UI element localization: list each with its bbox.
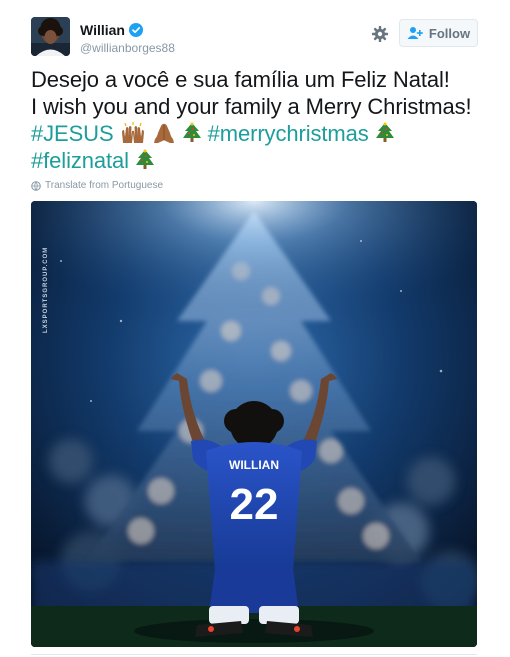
raising-hands-icon — [121, 122, 144, 143]
follow-label: Follow — [428, 25, 471, 41]
jersey-name: WILLIAN — [229, 458, 279, 472]
tweet-line-hashtags: #JESUS #merrychristmas — [31, 120, 491, 147]
tweet-text: Desejo a você e sua família um Feliz Nat… — [31, 66, 491, 174]
christmas-tree-icon — [375, 122, 394, 142]
tweet-line-portuguese: Desejo a você e sua família um Feliz Nat… — [31, 67, 450, 92]
translate-link[interactable]: Translate from Portuguese — [31, 180, 163, 191]
author-name-row[interactable]: Willian — [80, 22, 143, 38]
display-name[interactable]: Willian — [80, 22, 125, 38]
add-user-icon — [407, 27, 423, 39]
gear-icon[interactable] — [371, 25, 389, 43]
divider — [31, 654, 477, 655]
author-handle[interactable]: @willianborges88 — [80, 41, 175, 55]
tweet-card: Willian @willianborges88 Follow Desejo a… — [0, 0, 510, 657]
hashtag-merrychristmas[interactable]: #merrychristmas — [208, 121, 369, 146]
globe-icon — [31, 180, 41, 191]
follow-button[interactable]: Follow — [399, 19, 478, 47]
verified-badge-icon — [129, 23, 143, 37]
photo-watermark: LXSPORTSGROUP.COM — [43, 246, 49, 333]
jersey-number: 22 — [230, 480, 279, 529]
hashtag-feliznatal[interactable]: #feliznatal — [31, 148, 129, 173]
tweet-line-english: I wish you and your family a Merry Chris… — [31, 94, 472, 119]
avatar[interactable] — [31, 17, 70, 56]
hashtag-jesus[interactable]: #JESUS — [31, 121, 114, 146]
tweet-photo[interactable]: WILLIAN 22 LXSPORTSGROUP.COM — [31, 201, 477, 647]
translate-label: Translate from Portuguese — [45, 180, 164, 191]
tweet-line-hashtags-2: #feliznatal — [31, 147, 491, 174]
christmas-tree-icon — [182, 122, 201, 142]
christmas-tree-icon — [135, 149, 154, 169]
christmas-tree-crowd-photo: WILLIAN 22 — [31, 201, 477, 647]
folded-hands-icon — [153, 123, 174, 143]
